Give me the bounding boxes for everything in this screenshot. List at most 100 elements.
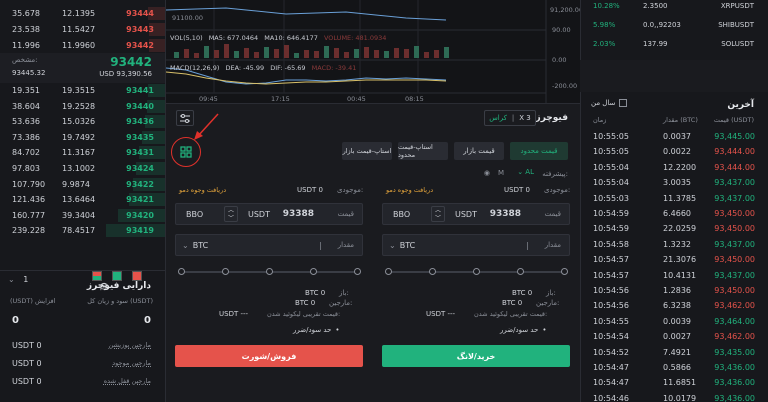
tab-stop-market[interactable]: استاپ-قیمت بازار <box>342 142 392 160</box>
ask-row[interactable]: 23.538 11.5427 93443 <box>0 23 165 36</box>
slider-stop[interactable] <box>385 268 392 275</box>
slider-stop[interactable] <box>429 268 436 275</box>
mode-m-button[interactable]: M <box>498 169 504 177</box>
slider-stop[interactable] <box>517 268 524 275</box>
bid-row[interactable]: 73.386 19.7492 93435 <box>0 130 165 144</box>
size-value: 11.3167 <box>62 148 96 158</box>
tab-stop-limit[interactable]: استاپ-قیمت محدود <box>398 142 448 160</box>
my-trades-filter[interactable]: سال من <box>591 99 628 107</box>
cumulative-value: 84.702 <box>12 148 40 158</box>
deposit-demo-link[interactable]: دریافت وجوه دمو <box>386 186 433 194</box>
price-unit: USDT <box>248 209 270 219</box>
slider-stop[interactable] <box>354 268 361 275</box>
slider-stop[interactable] <box>266 268 273 275</box>
tab-market[interactable]: قیمت بازار <box>454 142 504 160</box>
view-both-icon[interactable] <box>92 271 102 281</box>
bid-row[interactable]: 38.604 19.2528 93440 <box>0 99 165 113</box>
col-time: زمان <box>593 116 607 124</box>
stepper[interactable]: ︿ ﹀ <box>224 206 238 222</box>
chevron-down-icon[interactable]: ﹀ <box>225 215 237 223</box>
size-value: 11.5427 <box>62 25 96 34</box>
dea-value: DEA: -45.99 <box>225 64 265 72</box>
trade-price: 93,435.00 <box>714 347 755 357</box>
chevron-up-icon[interactable]: ︿ <box>225 207 237 215</box>
ask-row[interactable]: 35.678 12.1395 93444 <box>0 7 165 20</box>
slider-stop[interactable] <box>561 268 568 275</box>
asset-label: مارجین پوزیشن <box>108 341 151 349</box>
chevron-up-icon[interactable]: ︿ <box>432 207 444 215</box>
bid-row[interactable]: 84.702 11.3167 93431 <box>0 146 165 160</box>
checkbox[interactable] <box>619 99 628 107</box>
bid-row[interactable]: 239.228 78.4517 93419 <box>0 224 165 238</box>
volume-bar <box>324 46 329 58</box>
bid-row[interactable]: 107.790 9.9874 93422 <box>0 177 165 191</box>
visibility-icon[interactable]: ◉ <box>484 169 490 177</box>
trade-time: 10:55:05 <box>593 147 629 157</box>
eye-icon[interactable]: 👁 <box>99 282 109 291</box>
trade-row: 10:55:05 0.0022 93,444.00 <box>581 145 768 158</box>
ask-row[interactable]: 11.996 11.9960 93442 <box>0 39 165 52</box>
chevron-down-icon[interactable]: ﹀ <box>432 215 444 223</box>
bbo-button[interactable]: BBO <box>186 210 203 219</box>
slider-stop[interactable] <box>310 268 317 275</box>
price-value: 93431 <box>126 148 154 158</box>
amount-input[interactable]: مقدار | ⌄ BTC <box>175 234 363 256</box>
trade-row: 10:54:57 21.3076 93,450.00 <box>581 253 768 266</box>
ticker-price: 2.3500 <box>643 2 668 10</box>
bid-row[interactable]: 121.436 13.6464 93421 <box>0 193 165 207</box>
trade-row: 10:54:57 10.4131 93,437.00 <box>581 269 768 282</box>
cumulative-value: 35.678 <box>12 9 40 18</box>
price-input[interactable]: قیمت 93388 USDT ︿ ﹀ BBO <box>175 203 363 225</box>
usd-value: USD 93,390.56 <box>99 70 152 78</box>
leverage-label: X 3 <box>519 114 531 122</box>
precision-select[interactable]: ⌄ 1 <box>8 275 28 284</box>
asset-value: USDT 0 <box>12 341 42 350</box>
margin-mode-button[interactable]: کراس | X 3 <box>484 110 536 126</box>
deposit-demo-link[interactable]: دریافت وجوه دمو <box>179 186 226 194</box>
latest-trades: آخرین سال من زمان مقدار (BTC) قیمت (USDT… <box>580 92 768 402</box>
ticker-symbol[interactable]: SOLUSDT <box>721 40 754 48</box>
bid-row[interactable]: 53.636 15.0326 93436 <box>0 115 165 129</box>
layout-grid-icon[interactable] <box>178 144 194 159</box>
cumulative-value: 107.790 <box>12 179 46 189</box>
radio-dot[interactable]: • <box>542 326 546 334</box>
trade-amount: 0.0039 <box>663 316 691 326</box>
separator: | <box>526 240 529 250</box>
volume-bar <box>214 50 219 58</box>
trade-time: 10:55:04 <box>593 178 629 188</box>
volume-bar <box>204 46 209 58</box>
buy-long-button[interactable]: خرید/لانگ <box>382 345 570 367</box>
trade-amount: 1.3232 <box>663 239 691 249</box>
volume-bars <box>174 44 449 58</box>
bid-row[interactable]: 160.777 39.3404 93420 <box>0 208 165 222</box>
volume-bar <box>274 49 279 58</box>
volume-bar <box>334 48 339 58</box>
bid-row[interactable]: 97.803 13.1002 93424 <box>0 162 165 175</box>
advanced-select[interactable]: ⌄ AL <box>517 168 534 176</box>
size-value: 15.0326 <box>62 117 96 127</box>
view-asks-icon[interactable] <box>132 271 142 281</box>
amount-unit-select[interactable]: ⌄ BTC <box>182 241 208 250</box>
ticker-symbol[interactable]: XRPUSDT <box>721 2 754 10</box>
margin-value: BTC 0 <box>502 299 523 307</box>
slider-stop[interactable] <box>222 268 229 275</box>
sell-short-button[interactable]: فروش/شورت <box>175 345 363 367</box>
amount-unit-select[interactable]: ⌄ BTC <box>389 241 415 250</box>
tpsl-checkbox[interactable]: حد سود/ضرر • <box>293 326 340 334</box>
amount-input[interactable]: مقدار | ⌄ BTC <box>382 234 570 256</box>
trade-row: 10:54:56 6.3238 93,462.00 <box>581 299 768 312</box>
ticker-symbol[interactable]: SHIBUSDT <box>718 21 754 29</box>
futures-assets-panel: ⌄ 1 دارایی فیوچرز 👁 (USDT) افزایش سود و … <box>0 270 166 402</box>
bid-row[interactable]: 19.351 19.3515 93441 <box>0 84 165 97</box>
price-chart[interactable]: 91100.00 VOL(5,10) MA5: 677.0464 MA10: 6… <box>166 0 580 104</box>
bbo-button[interactable]: BBO <box>393 210 410 219</box>
tab-limit[interactable]: قیمت محدود <box>510 142 568 160</box>
price-input[interactable]: قیمت 93388 USDT ︿ ﹀ BBO <box>382 203 570 225</box>
radio-dot[interactable]: • <box>335 326 339 334</box>
tpsl-checkbox[interactable]: حد سود/ضرر • <box>500 326 547 334</box>
view-bids-icon[interactable] <box>112 271 122 281</box>
size-value: 19.7492 <box>62 132 96 142</box>
slider-stop[interactable] <box>473 268 480 275</box>
stepper[interactable]: ︿ ﹀ <box>431 206 445 222</box>
slider-stop[interactable] <box>178 268 185 275</box>
